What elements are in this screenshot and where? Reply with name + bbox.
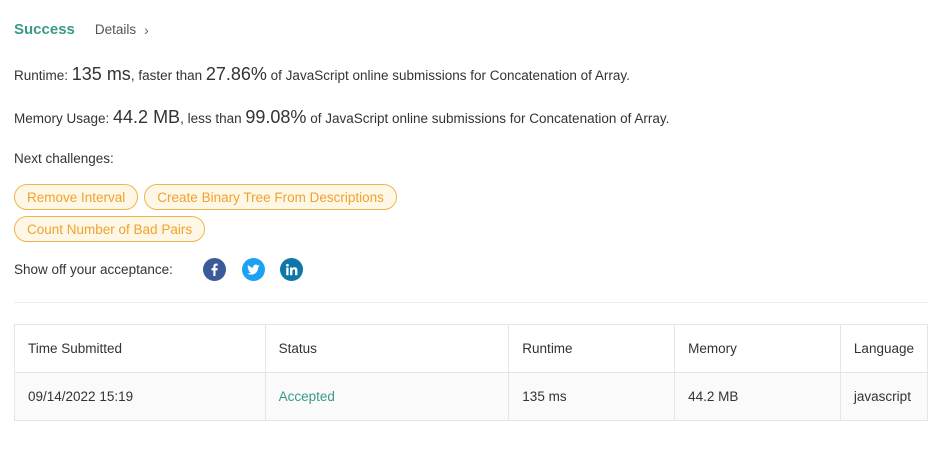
cell-language: javascript [839, 372, 929, 421]
memory-suffix: of JavaScript online submissions for Con… [306, 111, 670, 126]
memory-label: Memory Usage: [14, 111, 114, 126]
memory-value: 44.2 MB [113, 107, 181, 127]
table-row: 09/14/2022 15:19 Accepted 135 ms 44.2 MB… [14, 372, 929, 421]
twitter-icon[interactable] [242, 258, 265, 281]
cell-runtime: 135 ms [508, 372, 676, 421]
column-header-runtime: Runtime [508, 324, 676, 373]
challenge-chip-count-bad-pairs[interactable]: Count Number of Bad Pairs [14, 216, 206, 242]
runtime-suffix: of JavaScript online submissions for Con… [266, 68, 630, 83]
section-divider [14, 302, 928, 303]
runtime-stat: Runtime: 135 ms, faster than 27.86% of J… [14, 64, 630, 85]
cell-memory: 44.2 MB [674, 372, 841, 421]
runtime-value: 135 ms [71, 64, 131, 84]
runtime-comparison: , faster than [130, 68, 206, 83]
facebook-icon[interactable] [203, 258, 226, 281]
details-label: Details [94, 22, 137, 37]
column-header-language: Language [839, 324, 929, 373]
column-header-time-submitted: Time Submitted [14, 324, 266, 373]
memory-stat: Memory Usage: 44.2 MB, less than 99.08% … [14, 107, 669, 128]
share-label: Show off your acceptance: [14, 262, 173, 277]
chevron-right-icon: › [144, 21, 149, 38]
runtime-percent: 27.86% [205, 64, 267, 84]
status-title: Success [14, 21, 75, 38]
linkedin-icon[interactable] [280, 258, 303, 281]
table-header-row: Time Submitted Status Runtime Memory Lan… [14, 324, 929, 373]
cell-time-submitted: 09/14/2022 15:19 [14, 372, 266, 421]
status-accepted-link[interactable]: Accepted [279, 389, 335, 404]
memory-percent: 99.08% [245, 107, 307, 127]
challenge-chip-remove-interval[interactable]: Remove Interval [14, 184, 139, 210]
cell-status: Accepted [264, 372, 510, 421]
next-challenges-label: Next challenges: [14, 151, 114, 166]
runtime-label: Runtime: [14, 68, 72, 83]
next-challenges-list: Remove Interval Create Binary Tree From … [14, 184, 434, 242]
details-link[interactable]: Details › [95, 22, 149, 38]
memory-comparison: , less than [180, 111, 246, 126]
column-header-status: Status [264, 324, 510, 373]
column-header-memory: Memory [674, 324, 841, 373]
submissions-table: Time Submitted Status Runtime Memory Lan… [14, 324, 929, 421]
result-header: Success Details › [14, 21, 149, 38]
challenge-chip-create-binary-tree[interactable]: Create Binary Tree From Descriptions [144, 184, 397, 210]
